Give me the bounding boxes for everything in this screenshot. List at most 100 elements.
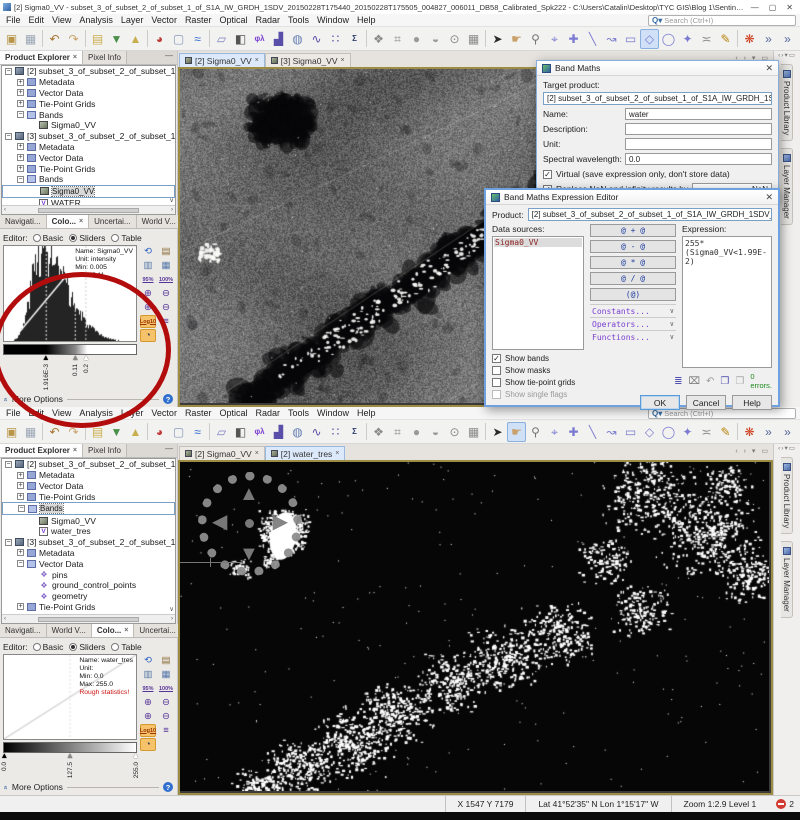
- colour-gradient-bar[interactable]: [3, 344, 137, 355]
- document-tab-3-sigma0-vv[interactable]: [3] Sigma0_VV×: [265, 53, 351, 67]
- gcp-manager-icon[interactable]: ●: [407, 422, 426, 442]
- tree-item-vector-data[interactable]: +Vector Data: [2, 481, 175, 492]
- pan-right-icon[interactable]: ▶: [273, 512, 288, 532]
- polyline-view-icon[interactable]: ▱: [212, 29, 231, 49]
- tree-expander[interactable]: −: [5, 461, 12, 468]
- grid-icon[interactable]: ⌗: [388, 29, 407, 49]
- ellipse-tool-icon[interactable]: ◯: [659, 422, 678, 442]
- tree-item-vector-data[interactable]: +Vector Data: [2, 152, 175, 163]
- tree-expander[interactable]: −: [17, 560, 24, 567]
- tree-expander[interactable]: +: [17, 482, 24, 489]
- export-palette-icon[interactable]: ▤: [158, 245, 174, 258]
- pin-tool-icon[interactable]: ⌖: [545, 29, 564, 49]
- stretch-vertical-icon[interactable]: ⊕: [140, 696, 156, 709]
- menu-help[interactable]: Help: [353, 15, 380, 25]
- tree-item-metadata[interactable]: +Metadata: [2, 470, 175, 481]
- magic-wand-icon[interactable]: ✦: [678, 422, 697, 442]
- geo-coding-icon[interactable]: φλ: [250, 422, 269, 442]
- polyline-view-icon[interactable]: ▱: [212, 422, 231, 442]
- contrast-icon[interactable]: ◧: [231, 29, 250, 49]
- overflow-right-icon[interactable]: »: [778, 422, 797, 442]
- pin-manager-icon[interactable]: ◒: [426, 422, 445, 442]
- scroll-left-icon[interactable]: ‹: [4, 616, 6, 622]
- tree-expander[interactable]: −: [18, 505, 25, 512]
- slider-handle[interactable]: ▲: [132, 751, 140, 760]
- tree-expander[interactable]: +: [17, 154, 24, 161]
- select-tool-icon[interactable]: ➤: [488, 29, 507, 49]
- close-icon[interactable]: ×: [255, 450, 259, 457]
- tree-expander[interactable]: +: [17, 603, 24, 610]
- line-tool-icon[interactable]: ╲: [583, 422, 602, 442]
- horizontal-scrollbar[interactable]: ‹ ›: [2, 205, 175, 214]
- pen-icon[interactable]: ✎: [716, 422, 735, 442]
- tree-expander[interactable]: +: [17, 549, 24, 556]
- close-icon[interactable]: ×: [341, 57, 345, 64]
- gradient-star-icon[interactable]: ❋: [740, 422, 759, 442]
- close-icon[interactable]: ×: [79, 218, 83, 225]
- search-input[interactable]: Q▾ Search (Ctrl+I): [648, 15, 796, 26]
- editor-radio-basic[interactable]: Basic: [33, 642, 64, 652]
- import-icon[interactable]: ▼: [107, 29, 126, 49]
- unit-field[interactable]: [625, 138, 772, 150]
- tree-item-3-subset-3-of-subset-2-of-subset-1-of-s1a[interactable]: −[3] subset_3_of_subset_2_of_subset_1_of…: [2, 537, 175, 548]
- save-palette-icon[interactable]: ▦: [158, 668, 174, 681]
- pin-manager-icon[interactable]: ◒: [426, 29, 445, 49]
- open-product-icon[interactable]: ▣: [2, 29, 21, 49]
- menu-window[interactable]: Window: [313, 408, 353, 418]
- checkbox-icon[interactable]: [492, 366, 501, 375]
- polygon-tool-icon[interactable]: ◇: [640, 422, 659, 442]
- tree-item-metadata[interactable]: +Metadata: [2, 548, 175, 559]
- sync-cursor-icon[interactable]: ▦: [464, 422, 483, 442]
- pen-icon[interactable]: ✎: [716, 29, 735, 49]
- panel-tab-pixel-info[interactable]: Pixel Info: [83, 444, 127, 457]
- pin-tool-icon[interactable]: ⌖: [545, 422, 564, 442]
- tree-expander[interactable]: −: [5, 539, 12, 546]
- shrink-vertical-icon[interactable]: ⊖: [158, 696, 174, 709]
- overflow-right-icon[interactable]: »: [778, 29, 797, 49]
- description-field[interactable]: [625, 123, 772, 135]
- product-explorer-tree[interactable]: −[2] subset_3_of_subset_2_of_subset_1_of…: [1, 65, 176, 215]
- contrast-icon[interactable]: ◧: [231, 422, 250, 442]
- horizontal-scrollbar[interactable]: ‹ ›: [2, 614, 175, 623]
- tree-item-3-subset-3-of-subset-2-of-subset-1-of-s1a[interactable]: −[3] subset_3_of_subset_2_of_subset_1_of…: [2, 131, 175, 142]
- more-options-row[interactable]: » More Options ?: [0, 391, 177, 407]
- tree-expander[interactable]: +: [17, 100, 24, 107]
- operator-button[interactable]: (@): [590, 288, 676, 301]
- scroll-left-icon[interactable]: ‹: [4, 207, 6, 213]
- polyline-tool-icon[interactable]: ↝: [602, 29, 621, 49]
- open-palette-icon[interactable]: ▥: [140, 259, 156, 272]
- product-explorer-tree[interactable]: −[2] subset_3_of_subset_2_of_subset_1_of…: [1, 458, 176, 624]
- polyline-tool-icon[interactable]: ↝: [602, 422, 621, 442]
- gcp-manager-icon[interactable]: ●: [407, 29, 426, 49]
- redo-icon[interactable]: ↷: [64, 422, 83, 442]
- reset-icon[interactable]: ⟲: [140, 654, 156, 667]
- profile-plot-icon[interactable]: ∿: [307, 29, 326, 49]
- tree-item-metadata[interactable]: +Metadata: [2, 77, 175, 88]
- scroll-down-icon[interactable]: ∨: [169, 605, 174, 613]
- tree-expander[interactable]: +: [17, 79, 24, 86]
- menu-view[interactable]: View: [48, 408, 75, 418]
- tree-item-bands[interactable]: −Bands: [2, 109, 175, 120]
- polygon-tool-icon[interactable]: ◇: [640, 29, 659, 49]
- stats-icon[interactable]: ◔: [140, 738, 156, 751]
- more-options-row[interactable]: » More Options ?: [0, 779, 177, 795]
- tree-item-2-subset-3-of-subset-2-of-subset-1-of-s1a[interactable]: −[2] subset_3_of_subset_2_of_subset_1_of…: [2, 66, 175, 77]
- tree-item-metadata[interactable]: +Metadata: [2, 142, 175, 153]
- sync-cursor-icon[interactable]: ▦: [464, 29, 483, 49]
- open-product-icon[interactable]: ▣: [2, 422, 21, 442]
- slider-handle[interactable]: ▲: [0, 751, 8, 760]
- help-button[interactable]: Help: [732, 395, 772, 410]
- pan-tool-icon[interactable]: ☛: [507, 422, 526, 442]
- editor-radio-basic[interactable]: Basic: [33, 233, 64, 243]
- log-scale-icon[interactable]: Log10: [140, 315, 156, 328]
- menu-radar[interactable]: Radar: [251, 408, 284, 418]
- error-badge-icon[interactable]: [776, 799, 786, 809]
- close-icon[interactable]: ×: [335, 450, 339, 457]
- mask-manager-icon[interactable]: ❖: [369, 422, 388, 442]
- wave-icon[interactable]: ≈: [188, 29, 207, 49]
- dock-controls[interactable]: ‹›▾▭: [778, 51, 796, 64]
- zoom-in-icon[interactable]: ⊕: [140, 301, 156, 314]
- scatter-plot-icon[interactable]: ∷: [326, 29, 345, 49]
- tree-expander[interactable]: +: [17, 165, 24, 172]
- tree-item-tie-point-grids[interactable]: +Tie-Point Grids: [2, 602, 175, 613]
